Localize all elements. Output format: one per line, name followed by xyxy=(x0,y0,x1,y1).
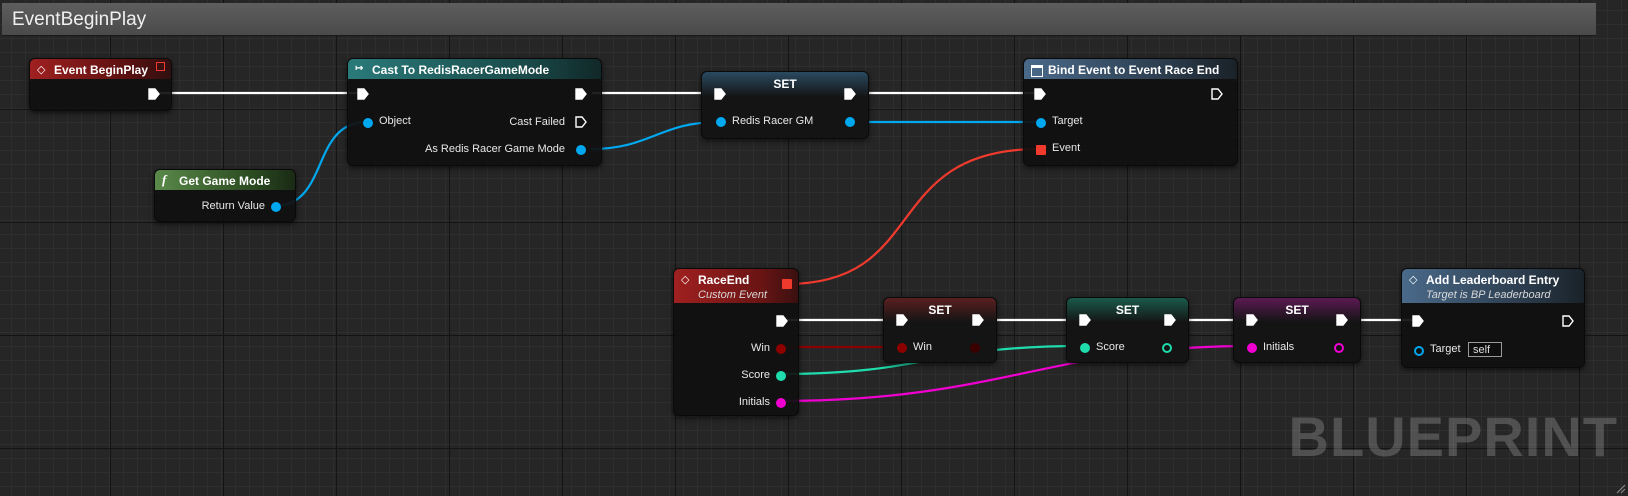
as-game-mode-label: As Redis Racer Game Mode xyxy=(425,143,565,155)
score-label: Score xyxy=(741,369,770,381)
add-leaderboard-entry-node[interactable]: ◇ Add Leaderboard Entry Target is BP Lea… xyxy=(1401,268,1585,368)
object-input-pin[interactable] xyxy=(363,118,373,128)
node-header: f Get Game Mode xyxy=(155,170,295,190)
node-header: ↦ Cast To RedisRacerGameMode xyxy=(348,59,601,79)
exec-output-pin[interactable] xyxy=(1164,314,1176,326)
initials-label: Initials xyxy=(738,396,770,408)
exec-output-pin[interactable] xyxy=(575,88,587,100)
exec-input-pin[interactable] xyxy=(1034,88,1046,100)
target-input-pin[interactable] xyxy=(1414,346,1424,356)
node-title: Event BeginPlay xyxy=(54,63,149,77)
node-title: Bind Event to Event Race End xyxy=(1048,63,1220,77)
target-label: Target xyxy=(1052,115,1083,127)
cast-arrow-icon: ↦ xyxy=(355,63,364,74)
exec-input-pin[interactable] xyxy=(896,314,908,326)
target-label: Target xyxy=(1430,343,1461,355)
initials-var-label: Initials xyxy=(1263,341,1295,353)
event-beginplay-node[interactable]: ◇ Event BeginPlay xyxy=(29,58,172,111)
node-title: Add Leaderboard Entry xyxy=(1426,273,1560,287)
exec-output-pin[interactable] xyxy=(1562,315,1574,327)
blueprint-watermark: BLUEPRINT xyxy=(1288,405,1618,468)
set-redis-racer-gm-node[interactable]: SET Redis Racer GM xyxy=(701,71,869,139)
exec-output-pin[interactable] xyxy=(148,88,160,100)
get-game-mode-node[interactable]: f Get Game Mode Return Value xyxy=(154,169,296,222)
return-value-label: Return Value xyxy=(201,200,265,212)
event-label: Event xyxy=(1052,142,1081,154)
race-end-custom-event-node[interactable]: ◇ RaceEnd Custom Event Win Score Initial… xyxy=(673,268,799,416)
target-input-pin[interactable] xyxy=(1036,118,1046,128)
wire-delegate-raceend-to-event xyxy=(786,147,1040,286)
exec-output-pin[interactable] xyxy=(776,315,788,327)
set-win-node[interactable]: SET Win xyxy=(883,297,997,363)
score-output-pin[interactable] xyxy=(776,371,786,381)
as-game-mode-pin[interactable] xyxy=(576,145,586,155)
window-icon xyxy=(1031,65,1043,77)
win-output-pin[interactable] xyxy=(776,344,786,354)
function-icon: f xyxy=(162,172,167,187)
initials-output-pin[interactable] xyxy=(776,398,786,408)
exec-output-pin[interactable] xyxy=(972,314,984,326)
score-var-label: Score xyxy=(1096,341,1125,353)
exec-output-pin[interactable] xyxy=(1336,314,1348,326)
wire-cast-to-set-gm xyxy=(590,120,720,151)
win-input-pin[interactable] xyxy=(897,343,907,353)
node-title: Get Game Mode xyxy=(179,174,271,188)
event-diamond-icon: ◇ xyxy=(681,274,690,286)
exec-input-pin[interactable] xyxy=(1079,314,1091,326)
return-value-pin[interactable] xyxy=(271,202,281,212)
exec-input-pin[interactable] xyxy=(1412,315,1424,327)
score-var-output-pin[interactable] xyxy=(1162,343,1172,353)
node-title: RaceEnd xyxy=(698,273,750,287)
win-var-output-pin[interactable] xyxy=(970,343,980,353)
node-header: ◇ Event BeginPlay xyxy=(30,59,171,79)
node-header: ◇ Add Leaderboard Entry Target is BP Lea… xyxy=(1402,269,1584,303)
node-subtitle: Target is BP Leaderboard xyxy=(1426,289,1551,301)
node-title: Cast To RedisRacerGameMode xyxy=(372,63,550,77)
redis-racer-gm-output-pin[interactable] xyxy=(845,117,855,127)
bind-event-node[interactable]: Bind Event to Event Race End Target Even… xyxy=(1023,58,1238,166)
blueprint-graph-canvas[interactable]: EventBeginPlay ◇ Event BeginPlay f Get G… xyxy=(0,0,1628,496)
target-self-field[interactable]: self xyxy=(1468,342,1502,357)
exec-input-pin[interactable] xyxy=(714,88,726,100)
cast-failed-exec-pin[interactable] xyxy=(575,116,587,128)
redis-racer-gm-input-pin[interactable] xyxy=(716,117,726,127)
function-diamond-icon: ◇ xyxy=(1409,274,1418,286)
event-diamond-icon: ◇ xyxy=(37,64,46,76)
redis-racer-gm-label: Redis Racer GM xyxy=(732,115,814,127)
delegate-output-pin[interactable] xyxy=(156,62,165,71)
win-label: Win xyxy=(751,342,770,354)
set-initials-node[interactable]: SET Initials xyxy=(1233,297,1361,363)
cast-to-game-mode-node[interactable]: ↦ Cast To RedisRacerGameMode Object Cast… xyxy=(347,58,602,166)
exec-input-pin[interactable] xyxy=(357,88,369,100)
initials-var-output-pin[interactable] xyxy=(1334,343,1344,353)
resize-grip-icon[interactable] xyxy=(1614,482,1626,494)
object-label: Object xyxy=(379,115,411,127)
exec-output-pin[interactable] xyxy=(1211,88,1223,100)
cast-failed-label: Cast Failed xyxy=(509,116,565,128)
node-header: ◇ RaceEnd Custom Event xyxy=(674,269,798,303)
exec-input-pin[interactable] xyxy=(1246,314,1258,326)
initials-input-pin[interactable] xyxy=(1247,343,1257,353)
node-header: Bind Event to Event Race End xyxy=(1024,59,1237,79)
exec-output-pin[interactable] xyxy=(844,88,856,100)
event-delegate-pin[interactable] xyxy=(1036,145,1046,155)
node-subtitle: Custom Event xyxy=(698,289,768,301)
score-input-pin[interactable] xyxy=(1080,343,1090,353)
win-var-label: Win xyxy=(913,341,932,353)
set-score-node[interactable]: SET Score xyxy=(1066,297,1189,363)
delegate-output-pin[interactable] xyxy=(782,279,792,289)
